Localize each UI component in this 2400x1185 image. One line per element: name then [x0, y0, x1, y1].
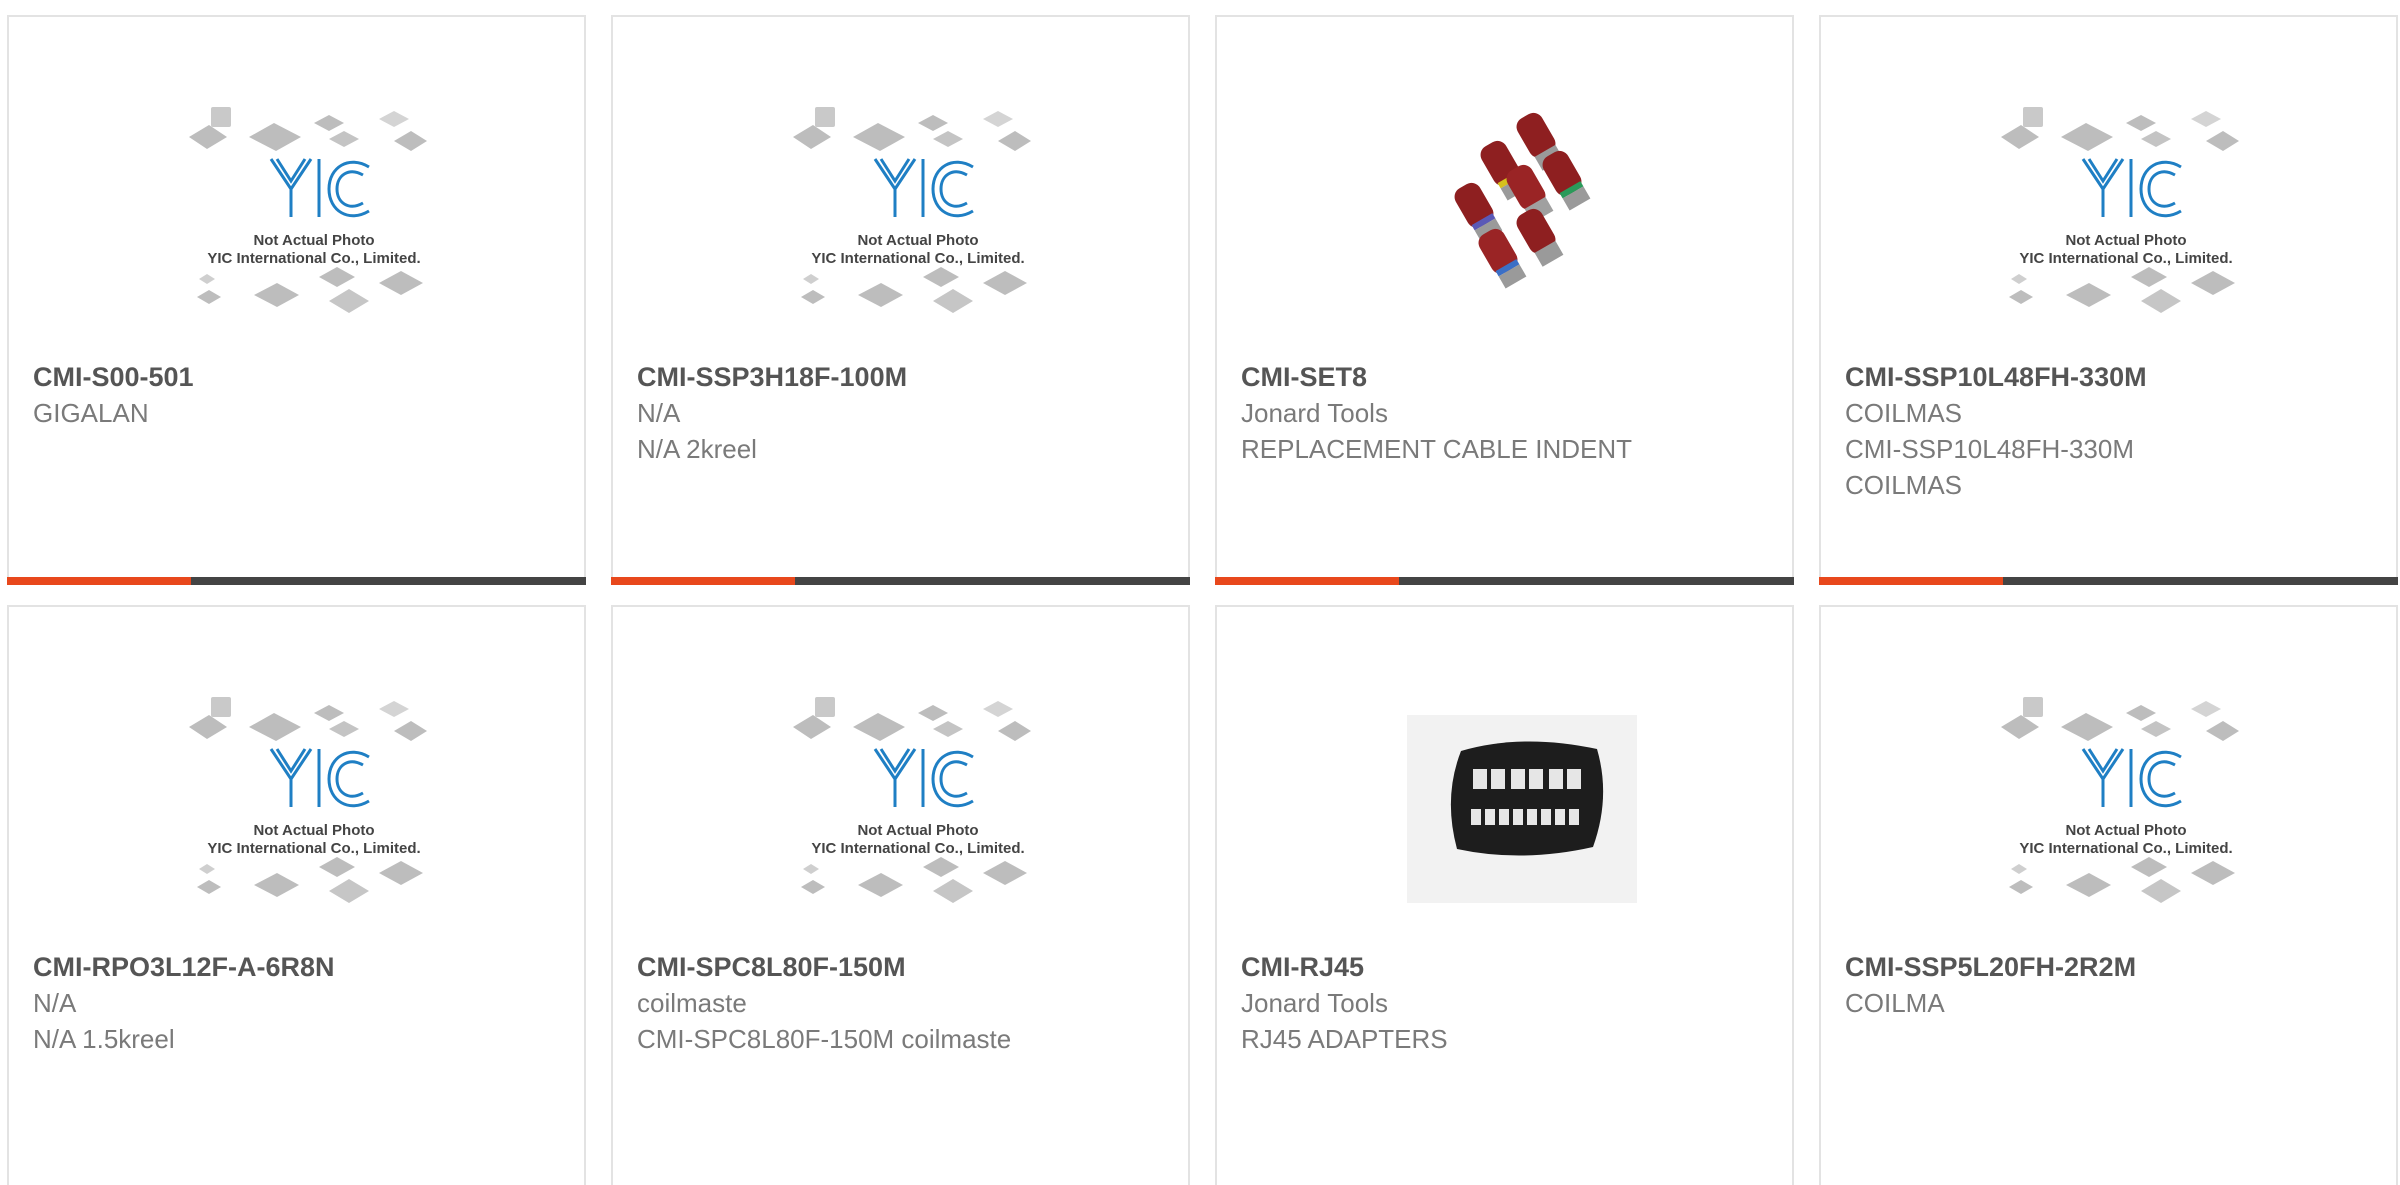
description: CMI-SPC8L80F-150M coilmaste	[637, 1024, 1012, 1054]
product-card[interactable]: Not Actual Photo YIC International Co., …	[611, 605, 1190, 1185]
manufacturer: N/A	[637, 398, 681, 428]
product-image[interactable]	[1387, 687, 1657, 917]
placeholder-caption-line1: Not Actual Photo	[253, 232, 374, 249]
product-image[interactable]: Not Actual Photo YIC International Co., …	[179, 687, 449, 917]
product-card[interactable]: Not Actual Photo YIC International Co., …	[7, 15, 586, 585]
yic-logo	[269, 158, 370, 218]
manufacturer: GIGALAN	[33, 398, 149, 428]
product-image[interactable]	[1387, 97, 1657, 327]
not-actual-photo-placeholder: Not Actual Photo YIC International Co., …	[2001, 697, 2239, 903]
yic-logo	[873, 748, 974, 808]
description: REPLACEMENT CABLE INDENT	[1241, 434, 1633, 464]
placeholder-caption-line2: YIC International Co., Limited.	[207, 250, 420, 267]
manufacturer: coilmaste	[637, 988, 747, 1018]
card-bottom-bar	[7, 577, 586, 585]
part-number[interactable]: CMI-SPC8L80F-150M	[637, 949, 1168, 985]
product-card[interactable]: Not Actual Photo YIC International Co., …	[1819, 15, 2398, 585]
description: CMI-SSP10L48FH-330M	[1845, 434, 2134, 464]
placeholder-caption-line2: YIC International Co., Limited.	[2019, 840, 2232, 857]
manufacturer: N/A	[33, 988, 77, 1018]
product-grid: Not Actual Photo YIC International Co., …	[0, 0, 2400, 1185]
placeholder-caption-line1: Not Actual Photo	[2065, 822, 2186, 839]
placeholder-caption-line1: Not Actual Photo	[857, 232, 978, 249]
yic-logo	[269, 748, 370, 808]
part-number[interactable]: CMI-RPO3L12F-A-6R8N	[33, 949, 564, 985]
part-number[interactable]: CMI-SSP10L48FH-330M	[1845, 359, 2376, 395]
yic-logo	[2081, 158, 2182, 218]
description-continued: COILMAS	[1845, 470, 1963, 500]
placeholder-caption-line1: Not Actual Photo	[857, 822, 978, 839]
part-number[interactable]: CMI-SSP5L20FH-2R2M	[1845, 949, 2376, 985]
product-card[interactable]: Not Actual Photo YIC International Co., …	[611, 15, 1190, 585]
not-actual-photo-placeholder: Not Actual Photo YIC International Co., …	[793, 697, 1031, 903]
product-card[interactable]: CMI-SET8 Jonard Tools REPLACEMENT CABLE …	[1215, 15, 1794, 585]
part-number[interactable]: CMI-SET8	[1241, 359, 1772, 395]
not-actual-photo-placeholder: Not Actual Photo YIC International Co., …	[189, 107, 427, 313]
card-bottom-bar	[1819, 577, 2398, 585]
placeholder-caption-line2: YIC International Co., Limited.	[207, 840, 420, 857]
placeholder-caption-line2: YIC International Co., Limited.	[2019, 250, 2232, 267]
not-actual-photo-placeholder: Not Actual Photo YIC International Co., …	[793, 107, 1031, 313]
product-image[interactable]: Not Actual Photo YIC International Co., …	[783, 97, 1053, 327]
not-actual-photo-placeholder: Not Actual Photo YIC International Co., …	[189, 697, 427, 903]
part-number[interactable]: CMI-S00-501	[33, 359, 564, 395]
part-number[interactable]: CMI-SSP3H18F-100M	[637, 359, 1168, 395]
manufacturer: Jonard Tools	[1241, 398, 1388, 428]
card-bottom-bar	[611, 577, 1190, 585]
not-actual-photo-placeholder: Not Actual Photo YIC International Co., …	[2001, 107, 2239, 313]
yic-logo	[873, 158, 974, 218]
part-number[interactable]: CMI-RJ45	[1241, 949, 1772, 985]
card-bottom-bar	[1215, 577, 1794, 585]
manufacturer: COILMAS	[1845, 398, 1963, 428]
product-image[interactable]: Not Actual Photo YIC International Co., …	[1991, 687, 2261, 917]
cable-connectors-photo	[1454, 112, 1591, 289]
product-card[interactable]: Not Actual Photo YIC International Co., …	[7, 605, 586, 1185]
description: RJ45 ADAPTERS	[1241, 1024, 1448, 1054]
product-card[interactable]: CMI-RJ45 Jonard Tools RJ45 ADAPTERS	[1215, 605, 1794, 1185]
manufacturer: Jonard Tools	[1241, 988, 1388, 1018]
yic-logo	[2081, 748, 2182, 808]
placeholder-caption-line1: Not Actual Photo	[253, 822, 374, 839]
description: N/A 1.5kreel	[33, 1024, 175, 1054]
rj45-adapter-kit-photo	[1407, 715, 1637, 903]
product-card[interactable]: Not Actual Photo YIC International Co., …	[1819, 605, 2398, 1185]
product-image[interactable]: Not Actual Photo YIC International Co., …	[179, 97, 449, 327]
product-image[interactable]: Not Actual Photo YIC International Co., …	[783, 687, 1053, 917]
placeholder-caption-line2: YIC International Co., Limited.	[811, 840, 1024, 857]
placeholder-caption-line1: Not Actual Photo	[2065, 232, 2186, 249]
placeholder-caption-line2: YIC International Co., Limited.	[811, 250, 1024, 267]
manufacturer: COILMA	[1845, 988, 1945, 1018]
product-image[interactable]: Not Actual Photo YIC International Co., …	[1991, 97, 2261, 327]
description: N/A 2kreel	[637, 434, 757, 464]
